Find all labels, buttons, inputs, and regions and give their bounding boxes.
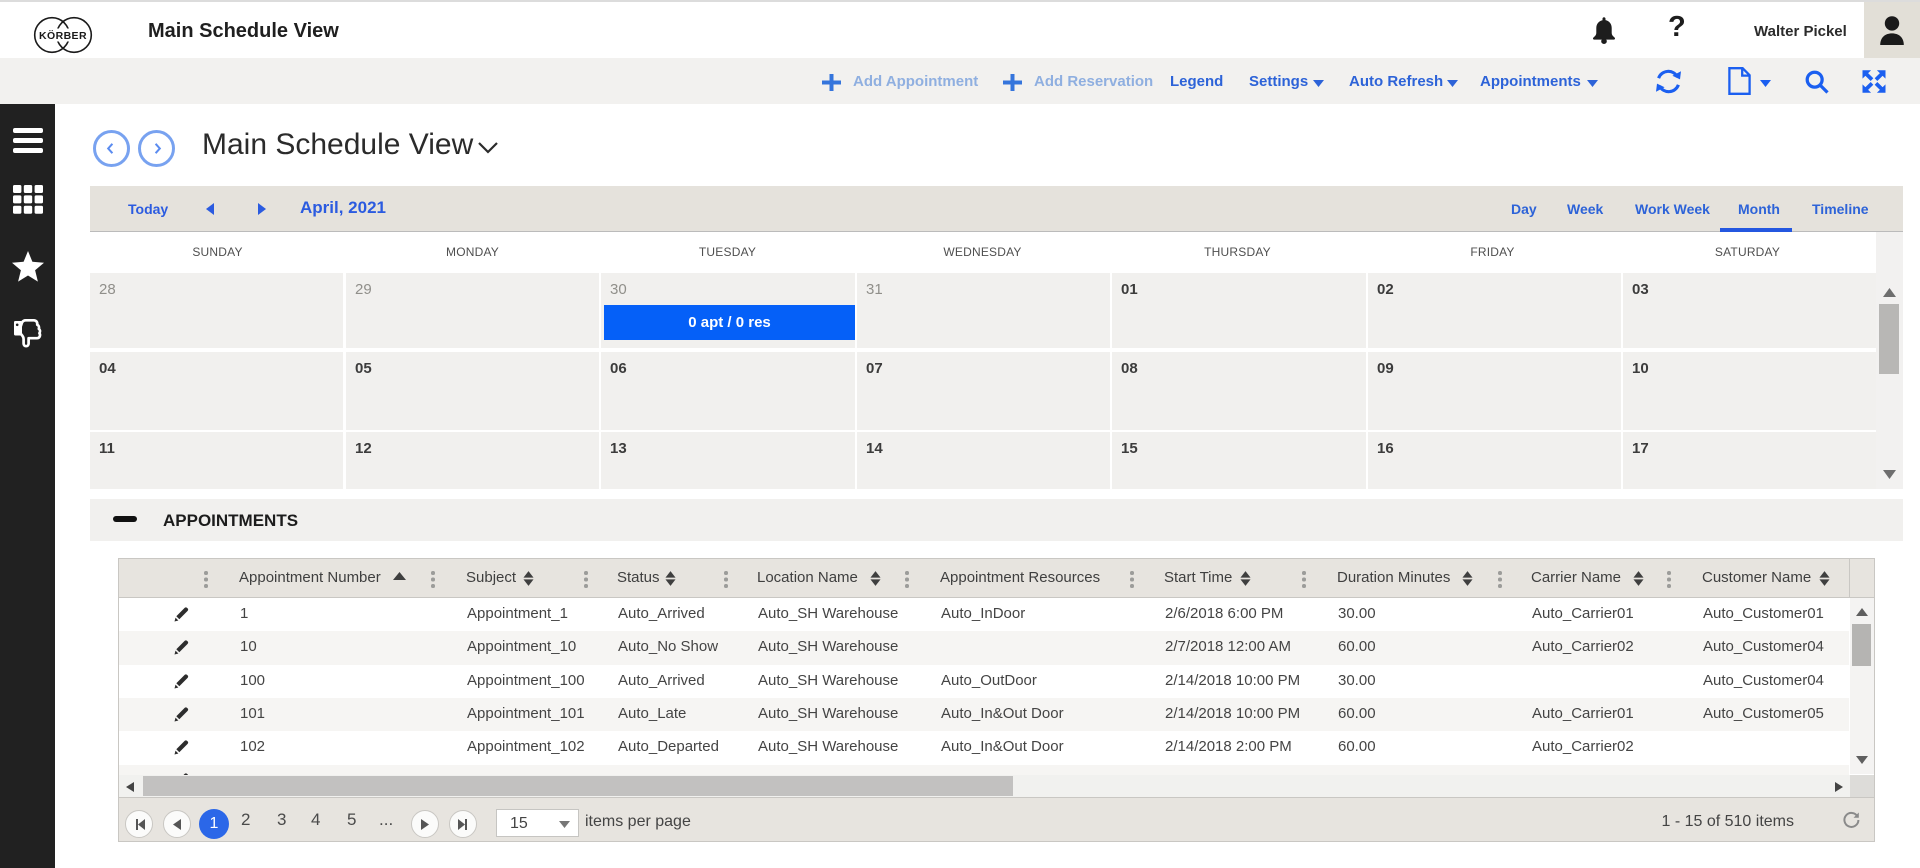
- svg-text:KÖRBER: KÖRBER: [39, 29, 87, 42]
